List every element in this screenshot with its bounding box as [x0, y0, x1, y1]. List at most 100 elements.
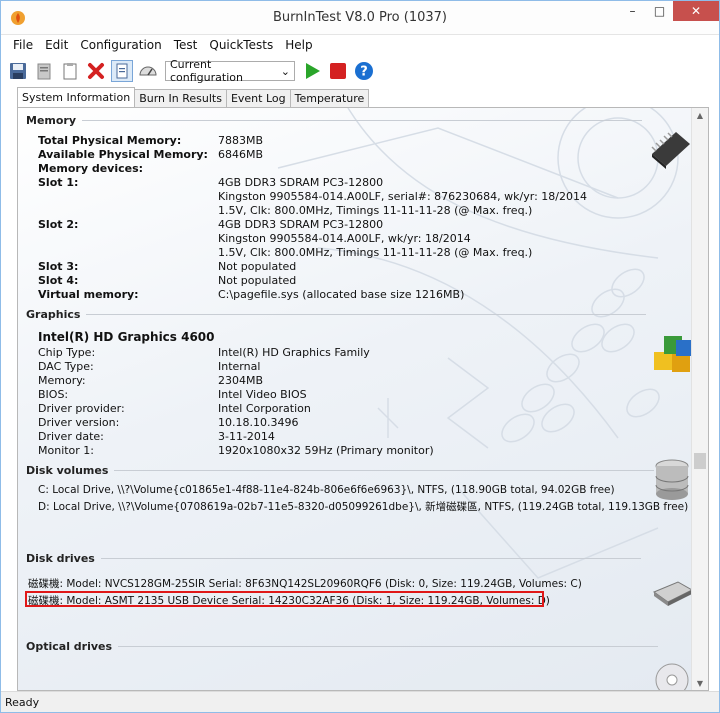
slot2-line: 4GB DDR3 SDRAM PC3-12800: [218, 218, 384, 231]
hard-drive-icon: [652, 581, 694, 606]
chip-type-label: Chip Type:: [38, 346, 96, 359]
gauge-button[interactable]: [137, 60, 159, 82]
optical-disc-icon: [655, 663, 689, 690]
help-button[interactable]: ?: [353, 60, 375, 82]
monitor-value: 1920x1080x32 59Hz (Primary monitor): [218, 444, 434, 457]
stop-test-button[interactable]: [327, 60, 349, 82]
bios-label: BIOS:: [38, 388, 69, 401]
system-info-button[interactable]: [33, 60, 55, 82]
svg-text:?: ?: [360, 65, 368, 80]
close-button[interactable]: ✕: [673, 1, 719, 21]
minimize-button[interactable]: –: [619, 1, 646, 21]
menu-bar: File Edit Configuration Test QuickTests …: [1, 35, 719, 55]
driver-provider-label: Driver provider:: [38, 402, 125, 415]
total-memory-value: 7883MB: [218, 134, 264, 147]
maximize-button[interactable]: □: [646, 1, 673, 21]
title-bar: BurnInTest V8.0 Pro (1037) – □ ✕: [1, 1, 719, 35]
window-title: BurnInTest V8.0 Pro (1037): [272, 10, 447, 25]
scroll-thumb[interactable]: [694, 453, 706, 469]
menu-help[interactable]: Help: [279, 38, 318, 52]
total-memory-label: Total Physical Memory:: [38, 134, 182, 147]
graphics-section-header: Graphics: [26, 308, 647, 321]
menu-configuration[interactable]: Configuration: [74, 38, 167, 52]
tab-strip: System Information Burn In Results Event…: [17, 87, 370, 107]
graphics-section-title: Graphics: [26, 308, 81, 321]
configuration-select-value: Current configuration: [170, 58, 243, 84]
start-test-button[interactable]: [301, 60, 323, 82]
clipboard-button[interactable]: [59, 60, 81, 82]
report-button[interactable]: [111, 60, 133, 82]
dac-type-label: DAC Type:: [38, 360, 94, 373]
volume-line: D: Local Drive, \\?\Volume{0708619a-02b7…: [38, 501, 689, 513]
document-icon: [116, 63, 128, 79]
clipboard-icon: [63, 63, 77, 80]
driver-version-label: Driver version:: [38, 416, 120, 429]
section-divider: [114, 470, 655, 471]
stop-icon: [330, 63, 346, 79]
app-window: BurnInTest V8.0 Pro (1037) – □ ✕ File Ed…: [0, 0, 720, 713]
status-bar: Ready: [1, 691, 719, 712]
chevron-down-icon: ⌄: [280, 64, 290, 78]
memory-chip-icon: [651, 132, 690, 169]
virtual-memory-label: Virtual memory:: [38, 288, 139, 301]
configuration-select[interactable]: Current configuration ⌄: [165, 58, 295, 84]
dac-type-value: Internal: [218, 360, 261, 373]
menu-file[interactable]: File: [7, 38, 39, 52]
slot1-line: Kingston 9905584-014.A00LF, serial#: 876…: [218, 190, 587, 203]
server-icon: [37, 63, 51, 80]
menu-test[interactable]: Test: [168, 38, 204, 52]
toolbar: Current configuration ⌄ ?: [1, 55, 719, 87]
graphics-cubes-icon: [654, 336, 692, 372]
optical-drives-section-header: Optical drives: [26, 640, 659, 653]
tab-system-information[interactable]: System Information: [17, 87, 136, 107]
menu-quicktests[interactable]: QuickTests: [203, 38, 279, 52]
disk-drives-section-title: Disk drives: [26, 552, 95, 565]
slot4-value: Not populated: [218, 274, 297, 287]
volume-line: C: Local Drive, \\?\Volume{c01865e1-4f88…: [38, 484, 615, 496]
tab-temperature[interactable]: Temperature: [289, 89, 370, 107]
memory-devices-label: Memory devices:: [38, 162, 144, 175]
slot4-label: Slot 4:: [38, 274, 79, 287]
virtual-memory-value: C:\pagefile.sys (allocated base size 121…: [218, 288, 465, 301]
disk-drives-section-header: Disk drives: [26, 552, 641, 565]
disk-volume-icon: [655, 459, 689, 500]
section-divider: [86, 314, 647, 315]
status-text: Ready: [5, 696, 40, 709]
tab-burn-in-results[interactable]: Burn In Results: [134, 89, 227, 107]
floppy-disk-icon: [10, 63, 26, 79]
disk-volumes-section-title: Disk volumes: [26, 464, 109, 477]
disk-drive-line: 磁碟機: Model: NVCS128GM-25SIR Serial: 8F63…: [28, 578, 582, 590]
help-icon: ?: [355, 62, 373, 80]
clear-button[interactable]: [85, 60, 107, 82]
menu-edit[interactable]: Edit: [39, 38, 74, 52]
play-icon: [306, 63, 320, 79]
vertical-scrollbar[interactable]: ▲ ▼: [691, 108, 708, 690]
slot1-line: 4GB DDR3 SDRAM PC3-12800: [218, 176, 384, 189]
driver-provider-value: Intel Corporation: [218, 402, 311, 415]
red-x-icon: [88, 63, 104, 79]
save-button[interactable]: [7, 60, 29, 82]
available-memory-label: Available Physical Memory:: [38, 148, 208, 161]
tab-event-log[interactable]: Event Log: [225, 89, 291, 107]
memory-section-title: Memory: [26, 114, 77, 127]
slot1-label: Slot 1:: [38, 176, 79, 189]
graphics-adapter-name: Intel(R) HD Graphics 4600: [38, 330, 215, 344]
bios-value: Intel Video BIOS: [218, 388, 307, 401]
slot1-line: 1.5V, Clk: 800.0MHz, Timings 11-11-11-28…: [218, 204, 533, 217]
driver-date-value: 3-11-2014: [218, 430, 275, 443]
section-divider: [118, 646, 659, 647]
slot2-line: 1.5V, Clk: 800.0MHz, Timings 11-11-11-28…: [218, 246, 533, 259]
gauge-icon: [139, 66, 157, 76]
memory-section-header: Memory: [26, 114, 643, 127]
slot2-line: Kingston 9905584-014.A00LF, wk/yr: 18/20…: [218, 232, 471, 245]
graphics-memory-value: 2304MB: [218, 374, 264, 387]
system-info-panel: Memory Total Physical Memory: 7883MB Ava…: [17, 107, 709, 691]
highlight-box: [25, 591, 544, 607]
available-memory-value: 6846MB: [218, 148, 264, 161]
scroll-up-icon[interactable]: ▲: [692, 108, 708, 124]
monitor-label: Monitor 1:: [38, 444, 95, 457]
scroll-down-icon[interactable]: ▼: [692, 676, 708, 690]
driver-date-label: Driver date:: [38, 430, 104, 443]
optical-drives-section-title: Optical drives: [26, 640, 113, 653]
driver-version-value: 10.18.10.3496: [218, 416, 299, 429]
